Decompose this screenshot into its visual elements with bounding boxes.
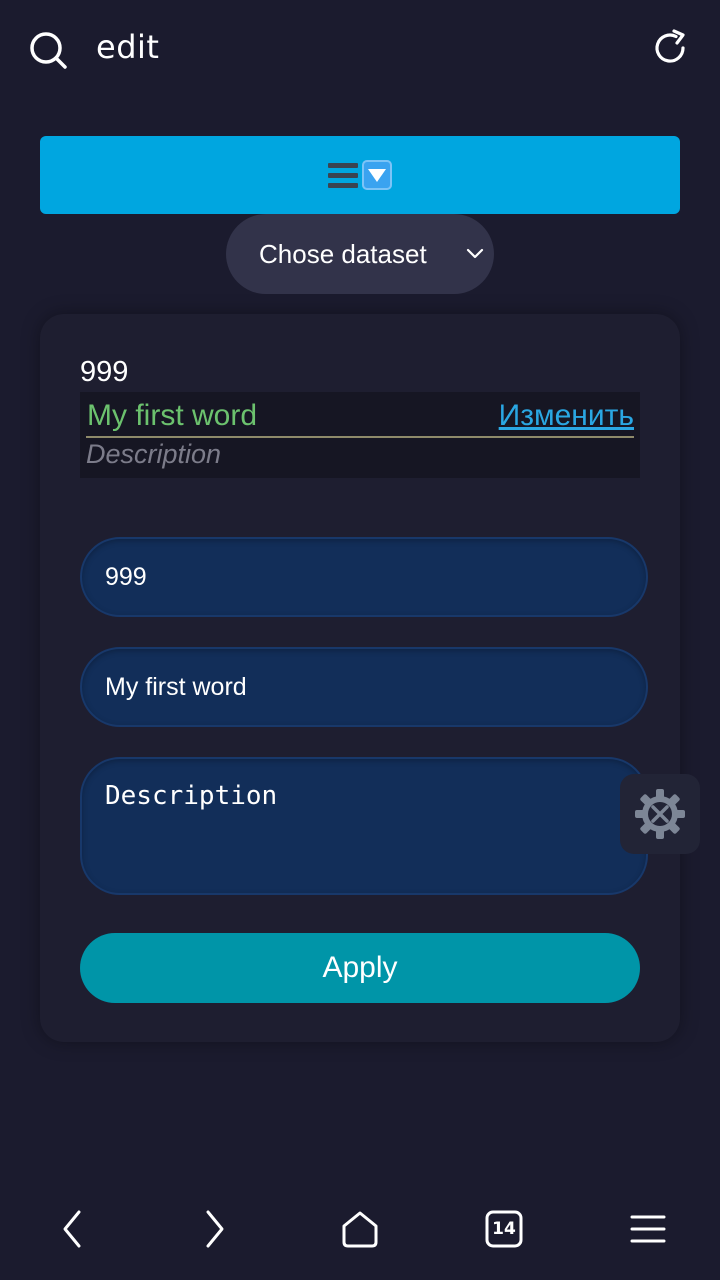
word-id-label: 999	[80, 356, 129, 388]
home-button[interactable]	[335, 1204, 385, 1254]
browser-top-bar: edit	[0, 0, 720, 96]
reload-icon[interactable]	[650, 28, 690, 68]
chevron-left-icon	[63, 1210, 81, 1248]
word-input[interactable]	[80, 647, 648, 727]
page: edit Chose dataset 999 My first word Изм…	[0, 0, 720, 1280]
id-input[interactable]	[80, 537, 648, 617]
dataset-select[interactable]: Chose dataset	[226, 214, 494, 294]
word-description: Description	[86, 439, 222, 469]
search-icon[interactable]	[28, 30, 68, 70]
word-preview: My first word Изменить Description	[80, 392, 640, 478]
browser-menu-button[interactable]	[623, 1204, 673, 1254]
down-arrow-emoji-icon	[362, 160, 392, 190]
tabs-button[interactable]: 14	[479, 1204, 529, 1254]
chevron-right-icon	[206, 1210, 224, 1248]
forward-button[interactable]	[190, 1204, 240, 1254]
gear-tools-icon	[635, 789, 685, 839]
dataset-select-label: Chose dataset	[259, 238, 427, 269]
word-underline	[86, 436, 634, 438]
edit-link[interactable]: Изменить	[499, 399, 634, 433]
word-title: My first word	[87, 399, 258, 432]
description-textarea[interactable]	[80, 757, 648, 895]
address-bar-text[interactable]: edit	[96, 28, 159, 66]
tools-button[interactable]	[620, 774, 700, 854]
header-bar[interactable]	[40, 136, 680, 214]
apply-button[interactable]: Apply	[80, 933, 640, 1003]
menu-icon	[328, 162, 358, 188]
home-icon	[342, 1211, 378, 1248]
browser-bottom-nav: 14	[0, 1190, 720, 1280]
back-button[interactable]	[47, 1204, 97, 1254]
tabs-icon	[485, 1210, 523, 1248]
hamburger-menu-icon	[630, 1215, 666, 1243]
chevron-down-icon	[466, 248, 484, 259]
